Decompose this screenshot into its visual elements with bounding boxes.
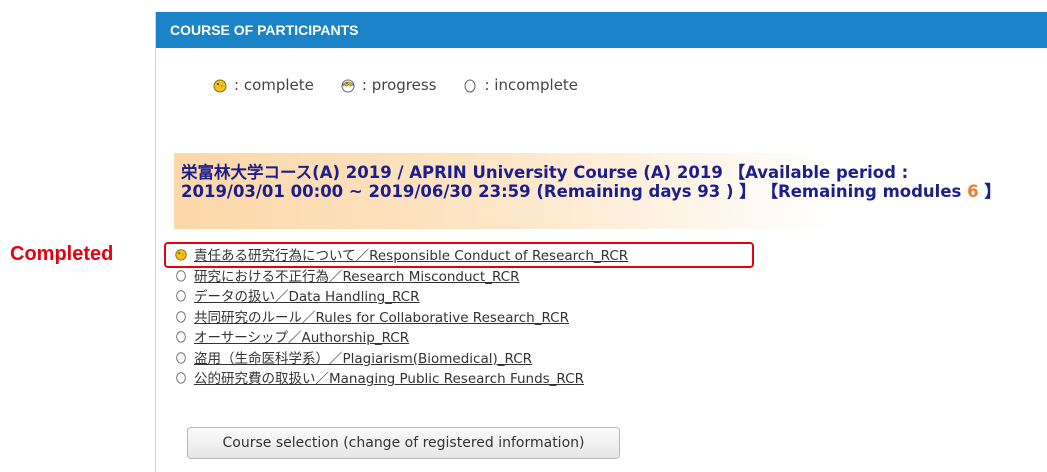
egg-incomplete-icon: [176, 290, 186, 302]
egg-incomplete-icon: [176, 331, 186, 343]
module-item: データの扱い／Data Handling_RCR: [174, 285, 628, 306]
module-item: 公的研究費の取扱い／Managing Public Research Funds…: [174, 367, 628, 388]
module-link[interactable]: 責任ある研究行為について／Responsible Conduct of Rese…: [194, 244, 628, 264]
module-list: 責任ある研究行為について／Responsible Conduct of Rese…: [174, 244, 628, 388]
legend-complete-label: : complete: [234, 76, 314, 94]
module-item: 研究における不正行為／Research Misconduct_RCR: [174, 265, 628, 286]
egg-incomplete-icon: [464, 79, 476, 93]
completed-annotation-label: Completed: [10, 243, 114, 265]
egg-incomplete-icon: [176, 351, 186, 364]
remaining-modules-count: 6: [967, 182, 979, 201]
module-item: 盗用（生命医科学系）／Plagiarism(Biomedical)_RCR: [174, 347, 628, 368]
legend-complete: : complete: [212, 76, 314, 94]
course-title-text: 栄富林大学コース(A) 2019 / APRIN University Cour…: [181, 163, 968, 201]
course-panel: COURSE OF PARTICIPANTS : complete : prog…: [155, 12, 1047, 472]
module-item: 共同研究のルール／Rules for Collaborative Researc…: [174, 306, 628, 327]
module-item: 責任ある研究行為について／Responsible Conduct of Rese…: [174, 244, 628, 265]
chick-complete-icon: [213, 79, 227, 93]
course-selection-button[interactable]: Course selection (change of registered i…: [187, 427, 620, 459]
hatching-progress-icon: [341, 79, 355, 93]
egg-incomplete-icon: [176, 310, 186, 323]
module-link[interactable]: 盗用（生命医科学系）／Plagiarism(Biomedical)_RCR: [194, 347, 532, 367]
panel-title: COURSE OF PARTICIPANTS: [156, 12, 1047, 48]
module-link[interactable]: 研究における不正行為／Research Misconduct_RCR: [194, 265, 520, 285]
module-link[interactable]: 共同研究のルール／Rules for Collaborative Researc…: [194, 306, 569, 326]
module-link[interactable]: オーサーシップ／Authorship_RCR: [194, 326, 409, 346]
egg-incomplete-icon: [176, 372, 186, 384]
module-link[interactable]: 公的研究費の取扱い／Managing Public Research Funds…: [194, 367, 584, 387]
module-item: オーサーシップ／Authorship_RCR: [174, 326, 628, 347]
module-link[interactable]: データの扱い／Data Handling_RCR: [194, 285, 419, 305]
legend-incomplete: : incomplete: [462, 76, 578, 94]
course-title-suffix: 】: [978, 182, 1001, 201]
status-legend: : complete : progress : incomplete: [212, 76, 604, 94]
egg-incomplete-icon: [176, 269, 186, 282]
legend-progress-label: : progress: [361, 76, 437, 94]
chick-complete-icon: [175, 249, 187, 261]
course-title: 栄富林大学コース(A) 2019 / APRIN University Cour…: [181, 163, 1001, 201]
legend-incomplete-label: : incomplete: [484, 76, 579, 94]
legend-progress: : progress: [340, 76, 437, 94]
